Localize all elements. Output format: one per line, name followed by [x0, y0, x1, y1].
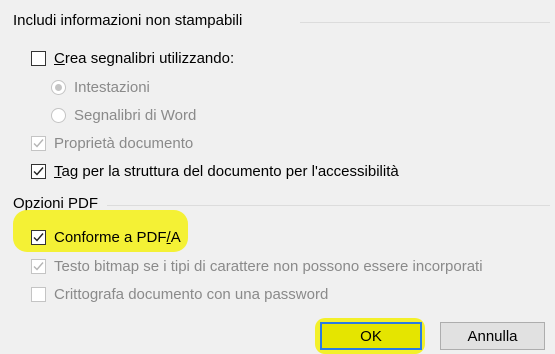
encrypt-checkbox[interactable]: Crittografa documento con una password — [31, 283, 328, 305]
create-bookmarks-label: Crea segnalibri utilizzando: — [54, 49, 235, 67]
pdf-section-separator — [107, 205, 550, 206]
doc-properties-label: Proprietà documento — [54, 134, 194, 152]
include-section-separator — [300, 22, 550, 23]
doc-properties-checkbox[interactable]: Proprietà documento — [31, 132, 193, 154]
encrypt-box[interactable] — [31, 286, 46, 302]
ok-button[interactable]: OK — [320, 322, 422, 350]
structure-tags-label: Tag per la struttura del documento per l… — [54, 162, 399, 180]
pdfa-box[interactable] — [31, 229, 46, 245]
bitmap-text-label: Testo bitmap se i tipi di carattere non … — [54, 257, 483, 275]
headings-radio-button[interactable] — [51, 79, 66, 95]
checkmark-icon — [33, 261, 44, 271]
pdfa-label: Conforme a PDF/A — [54, 228, 181, 246]
structure-tags-box[interactable] — [31, 163, 46, 179]
word-bookmarks-radio-button[interactable] — [51, 107, 66, 123]
checkmark-icon — [33, 166, 44, 176]
bitmap-text-box[interactable] — [31, 258, 46, 274]
create-bookmarks-checkbox[interactable]: Crea segnalibri utilizzando: — [31, 47, 234, 69]
cancel-button[interactable]: Annulla — [440, 322, 545, 350]
headings-radio-label: Intestazioni — [74, 78, 150, 96]
checkmark-icon — [33, 232, 44, 242]
word-bookmarks-radio-label: Segnalibri di Word — [74, 106, 197, 124]
structure-tags-checkbox[interactable]: Tag per la struttura del documento per l… — [31, 160, 399, 182]
checkmark-icon — [33, 138, 44, 148]
include-section-title: Includi informazioni non stampabili — [13, 12, 243, 29]
encrypt-label: Crittografa documento con una password — [54, 285, 329, 303]
create-bookmarks-box[interactable] — [31, 50, 46, 66]
word-bookmarks-radio[interactable]: Segnalibri di Word — [51, 104, 196, 126]
bitmap-text-checkbox[interactable]: Testo bitmap se i tipi di carattere non … — [31, 255, 483, 277]
pdfa-checkbox[interactable]: Conforme a PDF/A — [31, 226, 181, 248]
headings-radio[interactable]: Intestazioni — [51, 76, 150, 98]
doc-properties-box[interactable] — [31, 135, 46, 151]
